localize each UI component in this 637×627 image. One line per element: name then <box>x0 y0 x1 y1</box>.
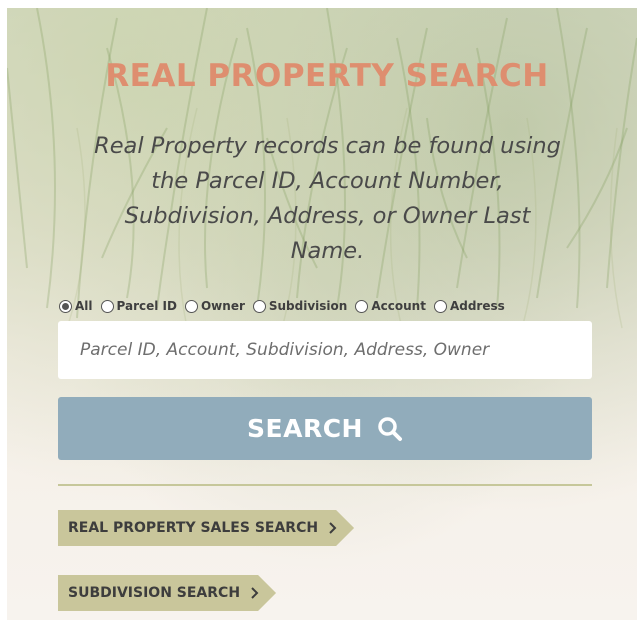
radio-button-parcel-id[interactable] <box>100 299 114 313</box>
radio-option-address[interactable]: Address <box>433 299 505 313</box>
radio-label-all: All <box>75 299 93 313</box>
radio-label-subdivision: Subdivision <box>268 299 348 313</box>
sales-search-label: REAL PROPERTY SALES SEARCH <box>68 520 319 536</box>
subdivision-search-label: SUBDIVISION SEARCH <box>68 585 241 601</box>
radio-option-subdivision[interactable]: Subdivision <box>252 299 348 313</box>
search-button-label: SEARCH <box>247 414 363 443</box>
radio-label-address: Address <box>449 299 505 313</box>
chevron-right-icon <box>328 510 337 546</box>
real-property-sales-search-link[interactable]: REAL PROPERTY SALES SEARCH <box>58 510 354 546</box>
radio-label-parcel-id: Parcel ID <box>116 299 177 313</box>
radio-button-address[interactable] <box>433 299 447 313</box>
search-button[interactable]: SEARCH <box>58 397 592 460</box>
radio-button-owner[interactable] <box>184 299 198 313</box>
section-divider <box>58 484 592 486</box>
page-title: REAL PROPERTY SEARCH <box>105 58 549 94</box>
radio-option-parcel-id[interactable]: Parcel ID <box>100 299 177 313</box>
radio-label-owner: Owner <box>200 299 245 313</box>
subdivision-search-link[interactable]: SUBDIVISION SEARCH <box>58 575 276 611</box>
property-search-panel: REAL PROPERTY SEARCH Real Property recor… <box>7 8 637 620</box>
radio-button-all[interactable] <box>59 299 72 313</box>
chevron-right-icon <box>250 575 259 611</box>
search-icon <box>377 416 403 442</box>
search-filter-radio-group: All Parcel ID Owner Subdivision Account … <box>59 299 513 313</box>
radio-option-account[interactable]: Account <box>355 299 426 313</box>
radio-option-owner[interactable]: Owner <box>184 299 245 313</box>
search-input[interactable] <box>58 321 592 379</box>
page-description: Real Property records can be found using… <box>94 133 561 264</box>
radio-button-subdivision[interactable] <box>252 299 266 313</box>
radio-label-account: Account <box>371 299 426 313</box>
radio-option-all[interactable]: All <box>59 299 93 313</box>
radio-button-account[interactable] <box>355 299 369 313</box>
